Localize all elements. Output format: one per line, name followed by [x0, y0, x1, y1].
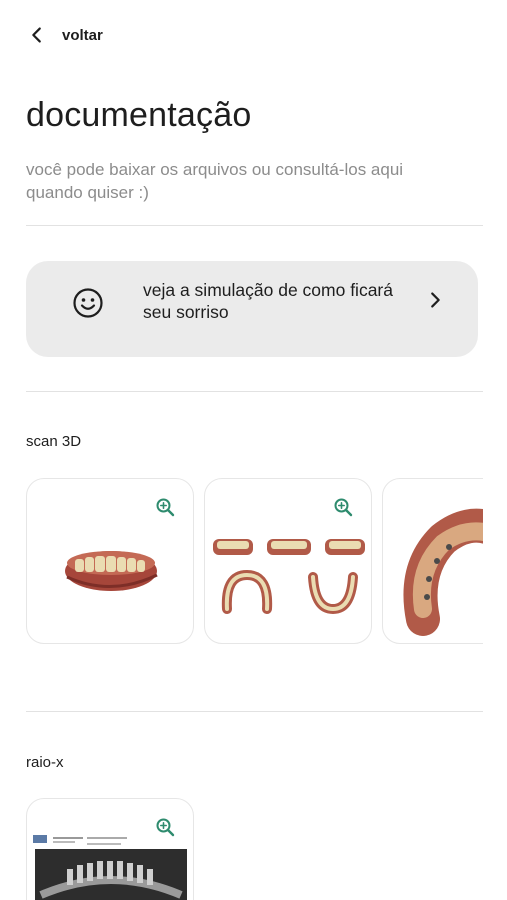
zoom-in-icon[interactable] [333, 497, 353, 517]
smile-simulation-card[interactable]: veja a simulação de como ficará seu sorr… [26, 261, 478, 357]
scan-thumbnail[interactable] [382, 478, 483, 644]
smile-icon [73, 288, 103, 318]
divider [26, 225, 483, 226]
section-label-raio-x: raio-x [26, 754, 64, 771]
zoom-in-icon[interactable] [155, 817, 175, 837]
section-label-scan-3d: scan 3D [26, 433, 82, 450]
xray-image [33, 835, 187, 900]
top-bar: voltar [0, 0, 507, 70]
scan-thumbnail[interactable] [204, 478, 372, 644]
divider [26, 711, 483, 712]
chevron-right-icon [431, 292, 440, 308]
page-title: documentação [26, 96, 252, 134]
scan-thumbnail[interactable] [26, 478, 194, 644]
divider [26, 391, 483, 392]
back-label: voltar [62, 26, 103, 44]
zoom-in-icon[interactable] [155, 497, 175, 517]
page-subtitle: você pode baixar os arquivos ou consultá… [26, 160, 404, 202]
chevron-left-icon [32, 27, 41, 43]
back-button[interactable]: voltar [26, 20, 103, 50]
xray-thumbnail[interactable] [26, 798, 194, 900]
simulation-card-text: veja a simulação de como ficará seu sorr… [143, 280, 393, 322]
scan-image [403, 508, 483, 636]
scan-3d-carousel[interactable] [26, 478, 483, 646]
